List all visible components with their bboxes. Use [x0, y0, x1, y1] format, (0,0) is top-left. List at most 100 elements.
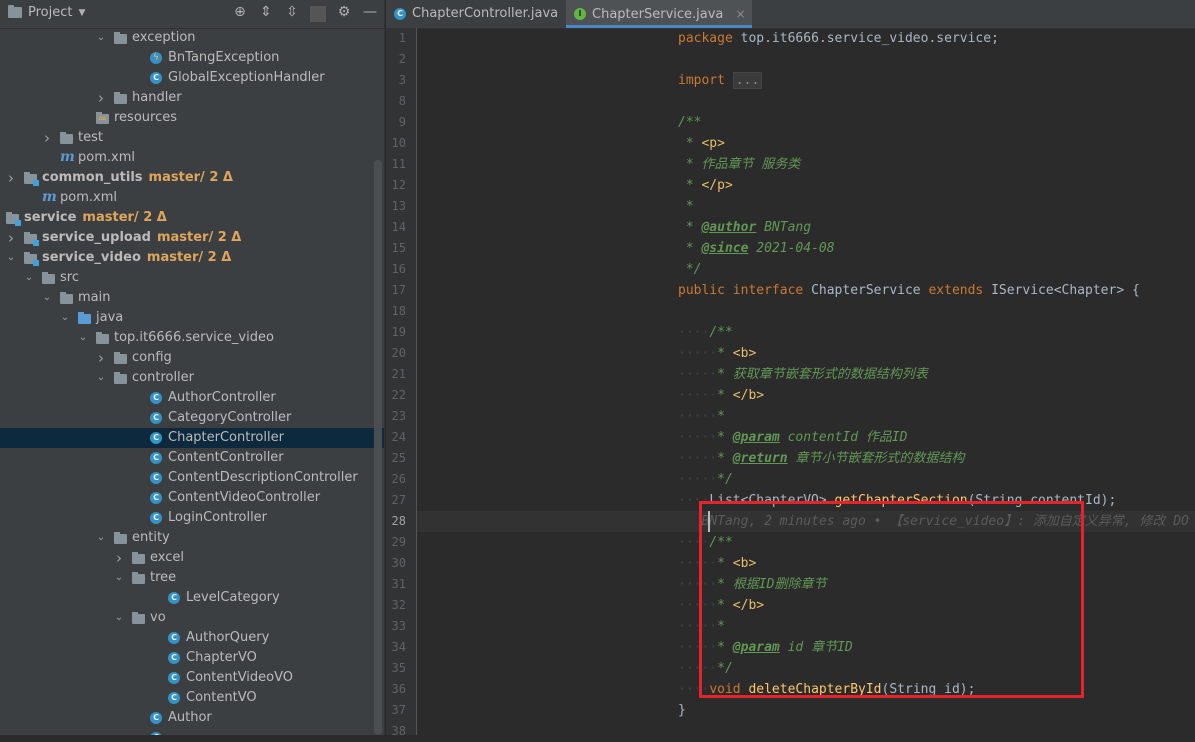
chevron-right-icon[interactable]: › [96, 88, 106, 108]
tree-node-exception[interactable]: ⌄ exception [0, 28, 384, 48]
gear-icon[interactable]: ⚙ [336, 4, 352, 22]
code-line[interactable]: */ [417, 259, 1195, 280]
tree-node-service[interactable]: ⌄servicemaster/ 2 Δ [0, 208, 384, 228]
tree-node-top-it6666-service-video[interactable]: ⌄ top.it6666.service_video [0, 328, 384, 348]
tree-node-authorquery[interactable]: C AuthorQuery [0, 628, 384, 648]
tree-node-controller[interactable]: ⌄ controller [0, 368, 384, 388]
folder-icon [114, 92, 127, 104]
project-view-selector[interactable]: Project ▼ [8, 5, 85, 20]
code-line[interactable]: ·····* @param contentId 作品ID [417, 427, 1195, 448]
code-line[interactable]: * [417, 196, 1195, 217]
code-line[interactable]: * 作品章节 服务类 [417, 154, 1195, 175]
tree-node-chaptercontroller[interactable]: C ChapterController [0, 428, 384, 448]
code-line[interactable]: ·····*/ [417, 469, 1195, 490]
tree-node-pom-xml[interactable]: m pom.xml [0, 188, 384, 208]
line-number: 29 [391, 535, 406, 549]
tree-node-categorycontroller[interactable]: C CategoryController [0, 408, 384, 428]
code-line[interactable]: package top.it6666.service_video.service… [417, 28, 1195, 49]
code-line[interactable]: * @author BNTang [417, 217, 1195, 238]
tree-node-contentdescriptioncontroller[interactable]: C ContentDescriptionController [0, 468, 384, 488]
line-number-gutter: 1 2 3 8 9 10 11 12 13 14 15 16 17 18 19 20 21 22 23 24 25 26 2… [386, 28, 417, 738]
chevron-down-icon[interactable]: ⌄ [6, 248, 16, 268]
code-line[interactable]: * </p> [417, 175, 1195, 196]
code-token: * [678, 220, 702, 235]
chevron-down-icon[interactable]: ⌄ [96, 368, 106, 388]
code-line[interactable]: import ... [417, 70, 1195, 91]
close-icon[interactable]: × [736, 7, 746, 21]
line-number: 26 [391, 472, 406, 486]
line-number: 8 [398, 94, 406, 108]
code-line[interactable]: /** [417, 112, 1195, 133]
tree-node-chaptervo[interactable]: C ChapterVO [0, 648, 384, 668]
chevron-down-icon[interactable]: ⌄ [96, 528, 106, 548]
tree-node-globalexceptionhandler[interactable]: C GlobalExceptionHandler [0, 68, 384, 88]
chevron-down-icon[interactable]: ⌄ [114, 608, 124, 628]
tree-node-contentvideovo[interactable]: C ContentVideoVO [0, 668, 384, 688]
tree-node-bntangexception[interactable]: ϟ BnTangException [0, 48, 384, 68]
chevron-down-icon[interactable]: ⌄ [42, 288, 52, 308]
code-line[interactable]: ·····* @return 章节小节嵌套形式的数据结构 [417, 448, 1195, 469]
tree-node-text: vo [150, 608, 166, 628]
chevron-down-icon[interactable]: ⌄ [96, 28, 106, 48]
tree-node-src[interactable]: ⌄ src [0, 268, 384, 288]
tree-node-entity[interactable]: ⌄ entity [0, 528, 384, 548]
tree-node-config[interactable]: › config [0, 348, 384, 368]
code-line[interactable] [417, 301, 1195, 322]
chevron-down-icon[interactable]: ⌄ [114, 568, 124, 588]
tree-node-excel[interactable]: › excel [0, 548, 384, 568]
code-line[interactable]: } [417, 700, 1195, 721]
tree-node-handler[interactable]: › handler [0, 88, 384, 108]
code-line[interactable]: * @since 2021-04-08 [417, 238, 1195, 259]
collapse-all-icon[interactable]: ⇳ [284, 4, 300, 22]
tree-node-contentvideocontroller[interactable]: C ContentVideoController [0, 488, 384, 508]
tree-node-vo[interactable]: ⌄ vo [0, 608, 384, 628]
tree-node-test[interactable]: › test [0, 128, 384, 148]
code-line[interactable] [417, 91, 1195, 112]
code-line[interactable]: public interface ChapterService extends … [417, 280, 1195, 301]
tab-chapter-service[interactable]: I ChapterService.java × [566, 0, 752, 28]
code-line[interactable] [417, 49, 1195, 70]
chevron-right-icon[interactable]: › [42, 128, 52, 148]
tree-node-label: ContentController [168, 450, 284, 465]
target-icon[interactable]: ⊕ [232, 4, 248, 22]
tree-node-common-utils[interactable]: › common_utils master/ 2 Δ [0, 168, 384, 188]
tree-node-logincontroller[interactable]: C LoginController [0, 508, 384, 528]
code-token: @author [701, 220, 757, 235]
chevron-down-icon[interactable]: ⌄ [24, 268, 34, 288]
tab-chapter-controller[interactable]: C ChapterController.java [386, 0, 588, 28]
chevron-right-icon[interactable]: › [6, 168, 16, 188]
code-text: * @since 2021-04-08 [678, 238, 835, 259]
tree-node-levelcategory[interactable]: C LevelCategory [0, 588, 384, 608]
tree-node-item[interactable]: C [0, 728, 384, 735]
expand-all-icon[interactable]: ⇕ [258, 4, 274, 22]
tree-node-resources[interactable]: resources [0, 108, 384, 128]
tree-node-java[interactable]: ⌄ java [0, 308, 384, 328]
tree-node-service-video[interactable]: ⌄ service_video master/ 2 Δ [0, 248, 384, 268]
chevron-down-icon[interactable]: ⌄ [60, 308, 70, 328]
chevron-down-icon[interactable]: ⌄ [78, 328, 88, 348]
tree-scrollbar[interactable] [374, 160, 382, 735]
chevron-right-icon[interactable]: › [114, 548, 124, 568]
chevron-right-icon[interactable]: › [96, 348, 106, 368]
tree-node-author[interactable]: C Author [0, 708, 384, 728]
code-line[interactable]: ·····* 获取章节嵌套形式的数据结构列表 [417, 364, 1195, 385]
code-line[interactable] [417, 721, 1195, 742]
tree-node-contentcontroller[interactable]: C ContentController [0, 448, 384, 468]
tree-node-pom-xml[interactable]: m pom.xml [0, 148, 384, 168]
code-line[interactable]: ·····* [417, 406, 1195, 427]
tree-node-authorcontroller[interactable]: C AuthorController [0, 388, 384, 408]
line-number: 12 [391, 178, 406, 192]
tree-node-service-upload[interactable]: › service_upload master/ 2 Δ [0, 228, 384, 248]
tree-node-text: src [60, 268, 79, 288]
tree-node-main[interactable]: ⌄ main [0, 288, 384, 308]
minimize-icon[interactable]: — [362, 4, 378, 22]
tree-node-contentvo[interactable]: C ContentVO [0, 688, 384, 708]
code-line[interactable]: ·····* <b> [417, 343, 1195, 364]
tree-node-label: common_utils [42, 170, 143, 185]
chevron-right-icon[interactable]: › [6, 228, 16, 248]
code-line[interactable]: ····/** [417, 322, 1195, 343]
code-line[interactable]: ·····* </b> [417, 385, 1195, 406]
tree-node-tree[interactable]: ⌄ tree [0, 568, 384, 588]
tree-node-text: GlobalExceptionHandler [168, 68, 325, 88]
code-line[interactable]: * <p> [417, 133, 1195, 154]
